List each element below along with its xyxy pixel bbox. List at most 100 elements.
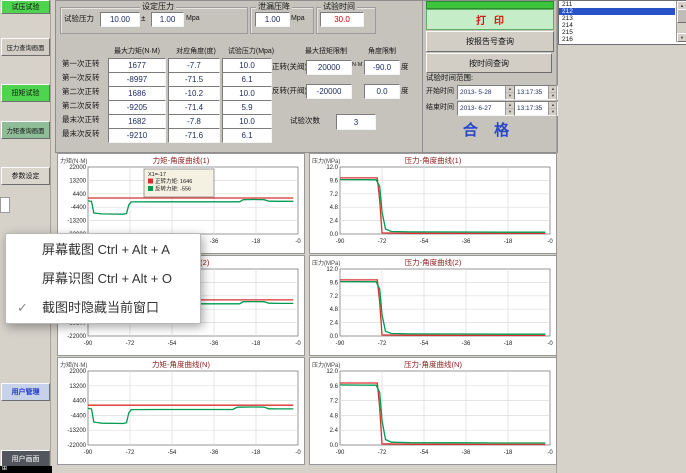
degree-unit-label-2: 度 (401, 87, 409, 96)
spin-up-icon[interactable]: ▲ (506, 102, 514, 109)
pressure-angle-chart-n: 压力-角度曲线(N)压力(MPa)-9012.0-729.6-547.2-364… (309, 357, 557, 465)
svg-text:2.4: 2.4 (330, 219, 339, 225)
svg-text:-4400: -4400 (71, 205, 87, 211)
svg-text:力矩(N·M): 力矩(N·M) (60, 361, 87, 369)
result-angle-cell: -7.8 (168, 114, 220, 129)
menu-item-2[interactable]: 屏幕识图 Ctrl + Alt + O (6, 264, 200, 293)
report-list-item[interactable]: 216 (559, 36, 675, 43)
svg-text:-72: -72 (126, 341, 135, 347)
svg-text:13200: 13200 (69, 384, 86, 390)
forward-close-label: 正转(关阀) (272, 63, 307, 72)
result-row-label: 第二次反转 (62, 102, 100, 111)
svg-text:-36: -36 (210, 239, 219, 245)
forward-angle-limit-field[interactable]: -90.0 (364, 60, 400, 75)
start-clock-field[interactable]: 13:17:35 ▲▼ (514, 85, 558, 100)
start-grid-icon[interactable]: ⊞ (2, 466, 7, 472)
result-angle-cell: -71.4 (168, 100, 220, 115)
svg-text:-18: -18 (252, 341, 261, 347)
reverse-torque-limit-field[interactable]: -20000 (306, 84, 352, 99)
end-date-spinner[interactable]: ▲▼ (505, 102, 514, 115)
scroll-down-icon[interactable]: ▼ (677, 33, 686, 42)
sidebar-item-torque-test[interactable]: 扭矩试验 (1, 84, 50, 102)
report-list-item[interactable]: 214 (559, 22, 675, 29)
end-time-label: 结束时间 (426, 104, 454, 112)
menu-item-3[interactable]: ✓截图时隐藏当前窗口 (6, 293, 200, 322)
svg-text:2.4: 2.4 (330, 321, 339, 327)
svg-text:-54: -54 (420, 450, 429, 456)
query-by-report-button[interactable]: 按报告号查询 (426, 31, 554, 52)
sidebar-item-pressure-test[interactable]: 试压试验 (1, 0, 50, 14)
taskbar-fragment: ⊞ (0, 466, 52, 473)
svg-text:-0: -0 (295, 239, 301, 245)
reverse-angle-limit-field[interactable]: 0.0 (364, 84, 400, 99)
svg-text:反转力矩: -556: 反转力矩: -556 (155, 185, 191, 193)
report-list-scrollbar[interactable]: ▲ ▼ (676, 1, 686, 42)
end-date-field[interactable]: 2013- 6-27 ▲▼ (457, 101, 515, 116)
result-row-label: 最末次反转 (62, 130, 100, 139)
sidebar-item-pressure-query[interactable]: 压力查询画面 (1, 38, 50, 56)
check-icon: ✓ (17, 293, 28, 322)
partial-button-top[interactable] (426, 1, 554, 9)
svg-text:压力-角度曲线(N): 压力-角度曲线(N) (404, 359, 462, 369)
plus-minus-label: ± (141, 14, 145, 23)
pressure-column-header: 试验压力(Mpa) (224, 46, 278, 56)
sidebar-item-user-screen[interactable]: 用户画面 (1, 450, 50, 467)
result-row-label: 第一次反转 (62, 74, 100, 83)
menu-item-1[interactable]: 屏幕截图 Ctrl + Alt + A (6, 235, 200, 264)
start-date-spinner[interactable]: ▲▼ (505, 86, 514, 99)
report-list-item[interactable]: 211 (559, 1, 675, 8)
sidebar-item-parameter-settings[interactable]: 参数设定 (1, 167, 50, 185)
query-by-time-button[interactable]: 按时间查询 (426, 53, 552, 73)
menu-item-label: 屏幕截图 Ctrl + Alt + A (42, 242, 170, 257)
scroll-thumb[interactable] (677, 9, 686, 23)
svg-text:9.6: 9.6 (330, 384, 339, 390)
svg-text:-72: -72 (126, 450, 135, 456)
svg-text:-18: -18 (252, 450, 261, 456)
svg-text:-72: -72 (378, 341, 387, 347)
set-pressure-group-label: 设定压力 (140, 1, 176, 12)
angle-column-header: 对应角度(度) (170, 46, 222, 56)
result-angle-cell: -71.5 (168, 72, 220, 87)
svg-text:力矩-角度曲线(1): 力矩-角度曲线(1) (153, 155, 210, 165)
menu-item-label: 屏幕识图 Ctrl + Alt + O (42, 271, 172, 286)
svg-text:压力(MPa): 压力(MPa) (312, 361, 340, 369)
svg-text:-0: -0 (295, 450, 301, 456)
svg-text:0.0: 0.0 (330, 232, 339, 238)
spin-down-icon[interactable]: ▼ (506, 93, 514, 99)
svg-text:-54: -54 (420, 239, 429, 245)
svg-text:-0: -0 (547, 450, 553, 456)
svg-text:12.0: 12.0 (326, 267, 338, 273)
forward-torque-limit-field[interactable]: 20000 (306, 60, 352, 75)
test-count-field[interactable]: 3 (336, 114, 376, 130)
leak-drop-field[interactable]: 1.00 (255, 12, 290, 27)
svg-text:4.8: 4.8 (330, 307, 339, 313)
verdict-text: 合 格 (424, 119, 554, 145)
svg-text:力矩(N·M): 力矩(N·M) (60, 157, 87, 165)
test-time-field[interactable]: 30.0 (320, 12, 364, 27)
svg-text:7.2: 7.2 (330, 192, 339, 198)
leak-drop-group-label: 泄漏压降 (256, 1, 292, 12)
end-date-value: 2013- 6-27 (460, 105, 491, 112)
result-pressure-cell: 10.0 (222, 86, 272, 101)
svg-text:9.6: 9.6 (330, 280, 339, 286)
sidebar-item-torque-query[interactable]: 力矩查询画面 (1, 121, 50, 139)
report-list-item[interactable]: 215 (559, 29, 675, 36)
report-list-item[interactable]: 213 (559, 15, 675, 22)
svg-text:-90: -90 (84, 341, 93, 347)
sidebar-item-user-management[interactable]: 用户管理 (1, 383, 50, 401)
print-button[interactable]: 打印 (426, 9, 554, 30)
spin-up-icon[interactable]: ▲ (506, 86, 514, 93)
svg-text:正转力矩: 1646: 正转力矩: 1646 (155, 177, 192, 185)
result-pressure-cell: 6.1 (222, 128, 272, 143)
spin-down-icon[interactable]: ▼ (506, 109, 514, 115)
report-list-item[interactable]: 212 (559, 8, 675, 15)
degree-unit-label-1: 度 (401, 63, 409, 72)
svg-text:12.0: 12.0 (326, 165, 338, 171)
result-max-torque-cell: -8997 (108, 72, 166, 87)
angle-limit-header: 角度限制 (362, 46, 402, 56)
svg-text:压力-角度曲线(1): 压力-角度曲线(1) (405, 155, 462, 165)
test-pressure-field[interactable]: 10.00 (100, 12, 140, 27)
start-date-field[interactable]: 2013- 5-28 ▲▼ (457, 85, 515, 100)
tolerance-field[interactable]: 1.00 (151, 12, 184, 27)
end-clock-field[interactable]: 13:17:35 ▲▼ (514, 101, 558, 116)
